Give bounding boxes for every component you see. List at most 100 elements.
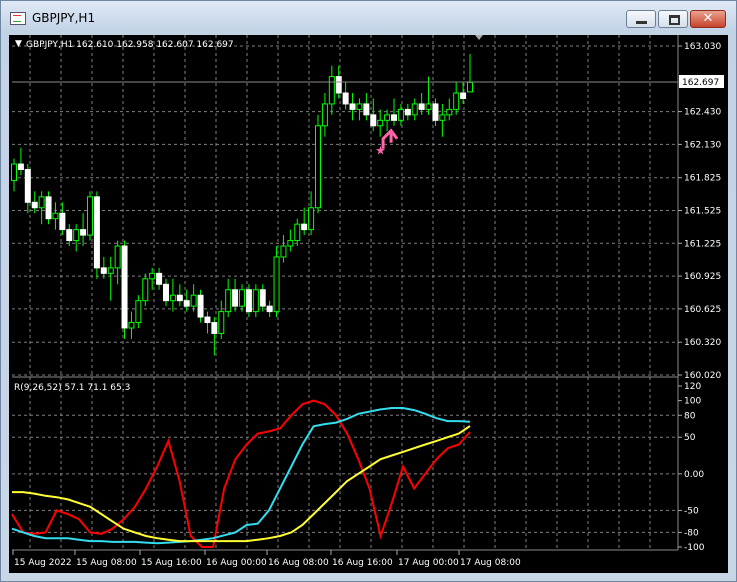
candle-body bbox=[121, 245, 128, 329]
price-tick-label: 161.225 bbox=[684, 239, 721, 249]
chart-canvas[interactable]: ★ ▼ GBPJPY,H1 162.610 162.958 162.607 16… bbox=[9, 35, 728, 573]
candle-body bbox=[432, 103, 439, 121]
minimize-button[interactable] bbox=[626, 10, 656, 28]
time-tick-label: 15 Aug 08:00 bbox=[76, 558, 137, 568]
time-tick-label: 15 Aug 2022 bbox=[14, 558, 72, 568]
candle-body bbox=[349, 103, 356, 110]
candle-body bbox=[308, 207, 315, 231]
chart-area[interactable]: ★ ▼ GBPJPY,H1 162.610 162.958 162.607 16… bbox=[9, 35, 728, 573]
candle-body bbox=[467, 81, 473, 93]
candle-body bbox=[59, 212, 66, 231]
candle-body bbox=[425, 103, 432, 110]
candle-body bbox=[17, 163, 24, 171]
candle-body bbox=[142, 278, 149, 302]
maximize-button[interactable] bbox=[658, 10, 688, 28]
candle-body bbox=[377, 119, 384, 127]
candle-body bbox=[156, 272, 163, 285]
star-icon: ★ bbox=[375, 144, 386, 158]
candle-body bbox=[418, 103, 425, 110]
osc-tick-label: 80 bbox=[684, 411, 696, 421]
candle-body bbox=[363, 103, 370, 116]
minimize-icon bbox=[636, 21, 647, 24]
candle-body bbox=[239, 289, 245, 307]
candle-body bbox=[280, 245, 287, 258]
shift-marker-icon[interactable] bbox=[475, 35, 483, 40]
osc-tick-label: 100 bbox=[684, 397, 701, 407]
candle-body bbox=[66, 229, 73, 242]
candle-body bbox=[190, 294, 197, 307]
candle-body bbox=[197, 294, 204, 318]
candle-body bbox=[439, 114, 446, 121]
candle-body bbox=[128, 322, 135, 329]
candle-body bbox=[183, 300, 190, 307]
time-tick-label: 16 Aug 08:00 bbox=[268, 558, 329, 568]
candle-body bbox=[287, 240, 294, 247]
candle-body bbox=[100, 267, 107, 274]
osc-line-cyan bbox=[11, 407, 471, 545]
time-tick-label: 17 Aug 00:00 bbox=[398, 558, 459, 568]
time-axis: 15 Aug 2022 15 Aug 08:00 15 Aug 16:00 16 Au… bbox=[12, 550, 521, 568]
osc-line-yellow bbox=[12, 425, 471, 543]
candle-body bbox=[87, 196, 93, 236]
candle-body bbox=[384, 114, 391, 121]
price-tick-label: 162.430 bbox=[684, 108, 721, 118]
time-tick-label: 16 Aug 00:00 bbox=[206, 558, 267, 568]
candle-body bbox=[411, 103, 418, 116]
candle-body bbox=[446, 108, 453, 116]
time-tick-label: 15 Aug 16:00 bbox=[141, 558, 202, 568]
price-tick-label: 162.130 bbox=[684, 140, 721, 150]
candle-body bbox=[149, 272, 156, 280]
candle-body bbox=[328, 76, 335, 105]
candle-body bbox=[391, 114, 397, 121]
osc-tick-label: -80 bbox=[684, 528, 699, 538]
candle-body bbox=[114, 245, 121, 269]
osc-tick-label: 120 bbox=[684, 382, 701, 392]
candle-body bbox=[335, 76, 342, 94]
candle-body bbox=[259, 289, 266, 307]
candle-body bbox=[301, 223, 308, 231]
window-title: GBPJPY,H1 bbox=[32, 11, 96, 25]
candle-body bbox=[176, 294, 183, 302]
candle-body bbox=[294, 223, 301, 242]
chart-window-icon bbox=[10, 12, 26, 25]
candle-body bbox=[245, 289, 252, 313]
indicator-header: R(9,26,52) 57.1 71.1 65.3 bbox=[14, 383, 130, 393]
candle-body bbox=[163, 283, 169, 302]
maximize-icon bbox=[669, 15, 680, 25]
price-axis: 163.030 162.430 162.130 161.825 161.525 161.2… bbox=[678, 42, 721, 381]
candle-body bbox=[31, 201, 38, 209]
price-tick-label: 160.020 bbox=[684, 371, 721, 381]
candle-body bbox=[45, 196, 52, 220]
candle-body bbox=[370, 114, 377, 127]
candle-body bbox=[460, 92, 467, 99]
candle-body bbox=[356, 103, 363, 110]
current-price-label: 162.697 bbox=[682, 78, 719, 88]
price-tick-label: 163.030 bbox=[684, 42, 721, 52]
title-bar[interactable]: GBPJPY,H1 ✕ bbox=[1, 1, 736, 33]
candle-body bbox=[135, 300, 142, 324]
price-tick-label: 160.320 bbox=[684, 338, 721, 348]
price-header: GBPJPY,H1 162.610 162.958 162.607 162.69… bbox=[26, 40, 234, 50]
candle-body bbox=[38, 196, 45, 209]
osc-tick-label: -50 bbox=[684, 506, 699, 516]
price-tick-label: 161.825 bbox=[684, 174, 721, 184]
candle-body bbox=[73, 229, 80, 242]
candle-body bbox=[169, 294, 176, 302]
price-tick-label: 160.925 bbox=[684, 272, 721, 282]
candle-body bbox=[252, 289, 259, 313]
time-tick-label: 17 Aug 08:00 bbox=[460, 558, 521, 568]
grid-lines bbox=[12, 35, 678, 549]
dropdown-triangle-icon[interactable]: ▼ bbox=[15, 39, 22, 49]
candle-body bbox=[11, 163, 17, 181]
close-icon: ✕ bbox=[702, 11, 714, 26]
close-button[interactable]: ✕ bbox=[690, 10, 726, 28]
price-tick-label: 161.525 bbox=[684, 207, 721, 217]
candles bbox=[11, 53, 473, 356]
candle-body bbox=[80, 229, 87, 236]
chart-window: GBPJPY,H1 ✕ ★ ▼ GBPJPY,H1 162.610 162.95… bbox=[0, 0, 737, 582]
candle-body bbox=[321, 103, 328, 127]
candle-body bbox=[342, 92, 349, 105]
candle-body bbox=[107, 267, 114, 274]
candle-body bbox=[52, 212, 59, 220]
osc-tick-label: 50 bbox=[684, 433, 696, 443]
